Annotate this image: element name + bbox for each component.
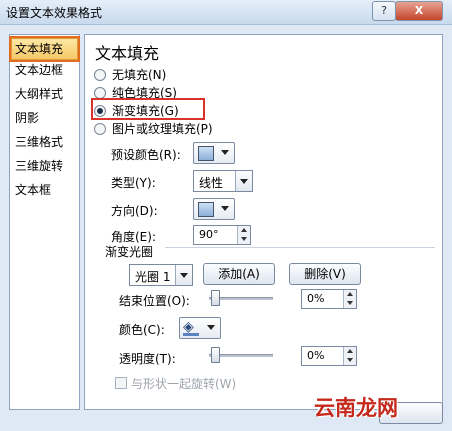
angle-value: 90° — [199, 228, 219, 241]
close-button[interactable]: X — [395, 1, 443, 21]
settings-panel: 文本填充 无填充(N) 纯色填充(S) 渐变填充(G) 图片或纹理填充(P) 预… — [84, 34, 443, 410]
radio-circle[interactable] — [94, 68, 106, 81]
transparency-spinner[interactable]: 0% — [301, 346, 357, 366]
spin-down-icon[interactable] — [237, 235, 250, 244]
nav-item-text-outline[interactable]: 文本边框 — [12, 60, 78, 80]
nav-item-3d-format[interactable]: 三维格式 — [12, 132, 78, 152]
radio-label: 无填充(N) — [112, 68, 167, 82]
end-position-value: 0% — [307, 292, 325, 305]
direction-swatch-icon — [198, 202, 214, 217]
preset-colors-label: 预设颜色(R): — [111, 148, 181, 162]
chevron-down-icon[interactable] — [175, 265, 192, 285]
type-label: 类型(Y): — [111, 176, 156, 190]
gradient-stop-value: 光圈 1 — [135, 270, 171, 284]
gradient-stops-label: 渐变光圈 — [105, 245, 154, 259]
delete-stop-button[interactable]: 删除(V) — [289, 263, 361, 285]
end-position-slider-thumb[interactable] — [211, 290, 220, 306]
window-title: 设置文本效果格式 — [6, 6, 103, 20]
nav-item-text-box[interactable]: 文本框 — [12, 180, 78, 200]
direction-label: 方向(D): — [111, 204, 158, 218]
chevron-down-icon — [221, 150, 229, 155]
transparency-value: 0% — [307, 349, 325, 362]
add-stop-button[interactable]: 添加(A) — [203, 263, 275, 285]
radio-picture-fill[interactable]: 图片或纹理填充(P) — [94, 121, 213, 137]
help-button[interactable]: ? — [372, 1, 396, 21]
radio-circle[interactable] — [94, 86, 106, 99]
end-position-label: 结束位置(O): — [119, 294, 190, 308]
radio-label: 图片或纹理填充(P) — [112, 122, 213, 136]
category-nav: 文本填充 文本边框 大纲样式 阴影 三维格式 三维旋转 文本框 — [9, 34, 80, 410]
radio-circle[interactable] — [94, 122, 106, 135]
transparency-label: 透明度(T): — [119, 352, 176, 366]
nav-item-text-fill[interactable]: 文本填充 — [9, 36, 80, 62]
color-picker-button[interactable]: ◈ — [179, 317, 221, 339]
angle-spinner[interactable]: 90° — [193, 225, 251, 245]
title-bar: 设置文本效果格式 ? X — [0, 0, 452, 25]
preset-colors-dropdown[interactable] — [193, 142, 235, 164]
gradient-swatch-icon — [198, 146, 214, 161]
type-select-value: 线性 — [199, 176, 224, 190]
chevron-down-icon — [221, 206, 229, 211]
chevron-down-icon — [207, 325, 215, 330]
nav-item-shadow[interactable]: 阴影 — [12, 108, 78, 128]
radio-no-fill[interactable]: 无填充(N) — [94, 67, 166, 83]
group-divider — [165, 247, 435, 248]
section-title: 文本填充 — [95, 44, 160, 63]
gradient-stop-select[interactable]: 光圈 1 — [129, 264, 193, 286]
rotate-with-shape-label: 与形状一起旋转(W) — [131, 377, 237, 391]
rotate-with-shape-checkbox[interactable] — [115, 377, 127, 389]
spin-down-icon[interactable] — [343, 299, 356, 308]
direction-dropdown[interactable] — [193, 198, 235, 220]
nav-item-outline-style[interactable]: 大纲样式 — [12, 84, 78, 104]
color-bar — [183, 333, 199, 336]
chevron-down-icon[interactable] — [235, 171, 252, 191]
spin-down-icon[interactable] — [343, 356, 356, 365]
transparency-slider-thumb[interactable] — [211, 347, 220, 363]
annotation-highlight-box — [91, 98, 205, 120]
color-label: 颜色(C): — [119, 323, 165, 337]
watermark-logo: 云南龙网 — [314, 395, 398, 420]
type-select[interactable]: 线性 — [193, 170, 253, 192]
nav-item-3d-rotation[interactable]: 三维旋转 — [12, 156, 78, 176]
end-position-spinner[interactable]: 0% — [301, 289, 357, 309]
